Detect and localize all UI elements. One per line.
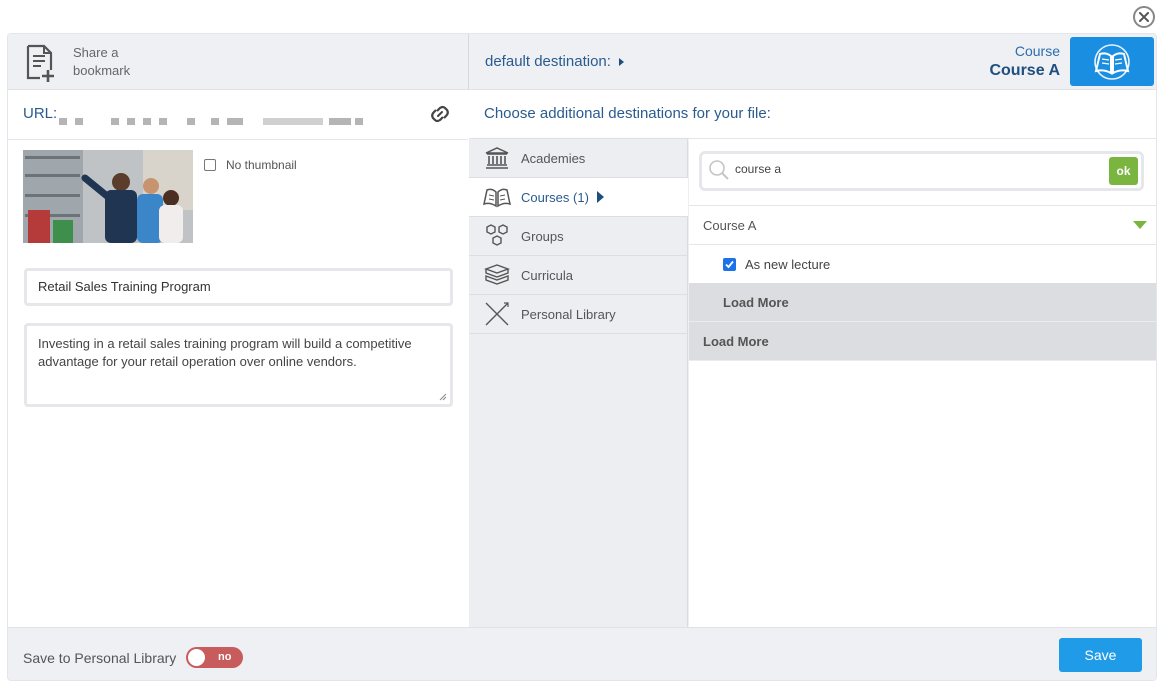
course-item[interactable]: Course A xyxy=(689,206,1156,244)
crossed-pens-icon xyxy=(485,302,509,326)
category-academies[interactable]: Academies xyxy=(469,139,688,178)
url-label: URL: xyxy=(23,105,58,122)
close-icon xyxy=(1139,12,1149,22)
thumbnail-image xyxy=(23,150,193,243)
choose-destinations-title: Choose additional destinations for your … xyxy=(484,105,771,122)
dialog-footer: Save to Personal Library no Save xyxy=(8,627,1156,680)
destination-kind: Course xyxy=(1014,43,1060,59)
thumbnail-photo xyxy=(23,150,193,243)
category-label: Personal Library xyxy=(521,306,616,322)
as-new-lecture-checkbox[interactable] xyxy=(723,257,736,271)
load-more-button[interactable]: Load More xyxy=(689,322,1156,361)
share-title-line2: bookmark xyxy=(73,63,131,78)
destination-name: Course A xyxy=(989,62,1060,79)
chevron-down-icon[interactable] xyxy=(1133,221,1147,229)
no-thumbnail-option[interactable]: No thumbnail xyxy=(204,158,297,172)
url-row: URL: xyxy=(23,104,453,126)
category-curricula[interactable]: Curricula xyxy=(469,256,688,295)
share-dialog: Share a bookmark default destination: Co… xyxy=(7,33,1157,681)
lecture-option[interactable]: As new lecture xyxy=(689,245,1156,283)
share-bookmark-title: Share a bookmark xyxy=(73,44,193,80)
open-book-icon xyxy=(1094,43,1130,80)
description-text: Investing in a retail sales training pro… xyxy=(38,336,412,369)
share-title-line1: Share a xyxy=(73,45,119,60)
toggle-state: no xyxy=(218,651,232,663)
open-book-icon xyxy=(483,188,511,208)
description-field[interactable]: Investing in a retail sales training pro… xyxy=(24,323,453,407)
destination-categories: Academies Courses (1) Groups Curricula P… xyxy=(469,139,688,627)
save-personal-library-toggle[interactable]: no xyxy=(186,647,243,668)
category-personal-library[interactable]: Personal Library xyxy=(469,295,688,334)
no-thumbnail-checkbox[interactable] xyxy=(204,159,216,171)
toggle-knob xyxy=(188,649,205,666)
url-value-masked xyxy=(59,112,371,125)
header-divider xyxy=(468,34,469,90)
no-thumbnail-label: No thumbnail xyxy=(226,158,297,172)
caret-right-icon xyxy=(618,58,624,67)
title-field[interactable]: Retail Sales Training Program xyxy=(24,268,453,306)
default-destination-label: default destination: xyxy=(485,53,611,70)
search-icon xyxy=(709,160,729,180)
dialog-header: Share a bookmark default destination: Co… xyxy=(8,34,1156,90)
stacked-books-icon xyxy=(483,264,511,285)
left-separator xyxy=(8,139,468,140)
link-icon[interactable] xyxy=(429,105,451,123)
hexagons-icon xyxy=(486,224,508,246)
default-destination-dropdown[interactable]: default destination: xyxy=(485,53,624,70)
category-label: Groups xyxy=(521,228,564,244)
category-label: Curricula xyxy=(521,267,574,283)
search-ok-button[interactable]: ok xyxy=(1109,157,1138,185)
category-label: Courses (1) xyxy=(521,189,589,205)
close-button[interactable] xyxy=(1133,6,1155,28)
resize-grip-icon[interactable] xyxy=(439,393,447,401)
category-courses[interactable]: Courses (1) xyxy=(469,178,688,217)
course-badge xyxy=(1070,37,1154,86)
save-button[interactable]: Save xyxy=(1059,638,1142,672)
category-groups[interactable]: Groups xyxy=(469,217,688,256)
search-input[interactable]: course a ok xyxy=(699,151,1144,191)
load-more-button[interactable]: Load More xyxy=(689,283,1156,322)
category-label: Academies xyxy=(521,150,586,166)
destination-results: course a ok Course A As new lecture Load… xyxy=(689,139,1156,627)
search-value: course a xyxy=(735,162,782,176)
course-item-label: Course A xyxy=(703,217,757,233)
caret-right-icon xyxy=(596,191,604,203)
checkmark-icon xyxy=(725,260,734,268)
institution-icon xyxy=(485,147,509,169)
document-add-icon xyxy=(26,44,54,82)
as-new-lecture-label: As new lecture xyxy=(745,256,831,272)
save-personal-library-label: Save to Personal Library xyxy=(23,650,177,666)
